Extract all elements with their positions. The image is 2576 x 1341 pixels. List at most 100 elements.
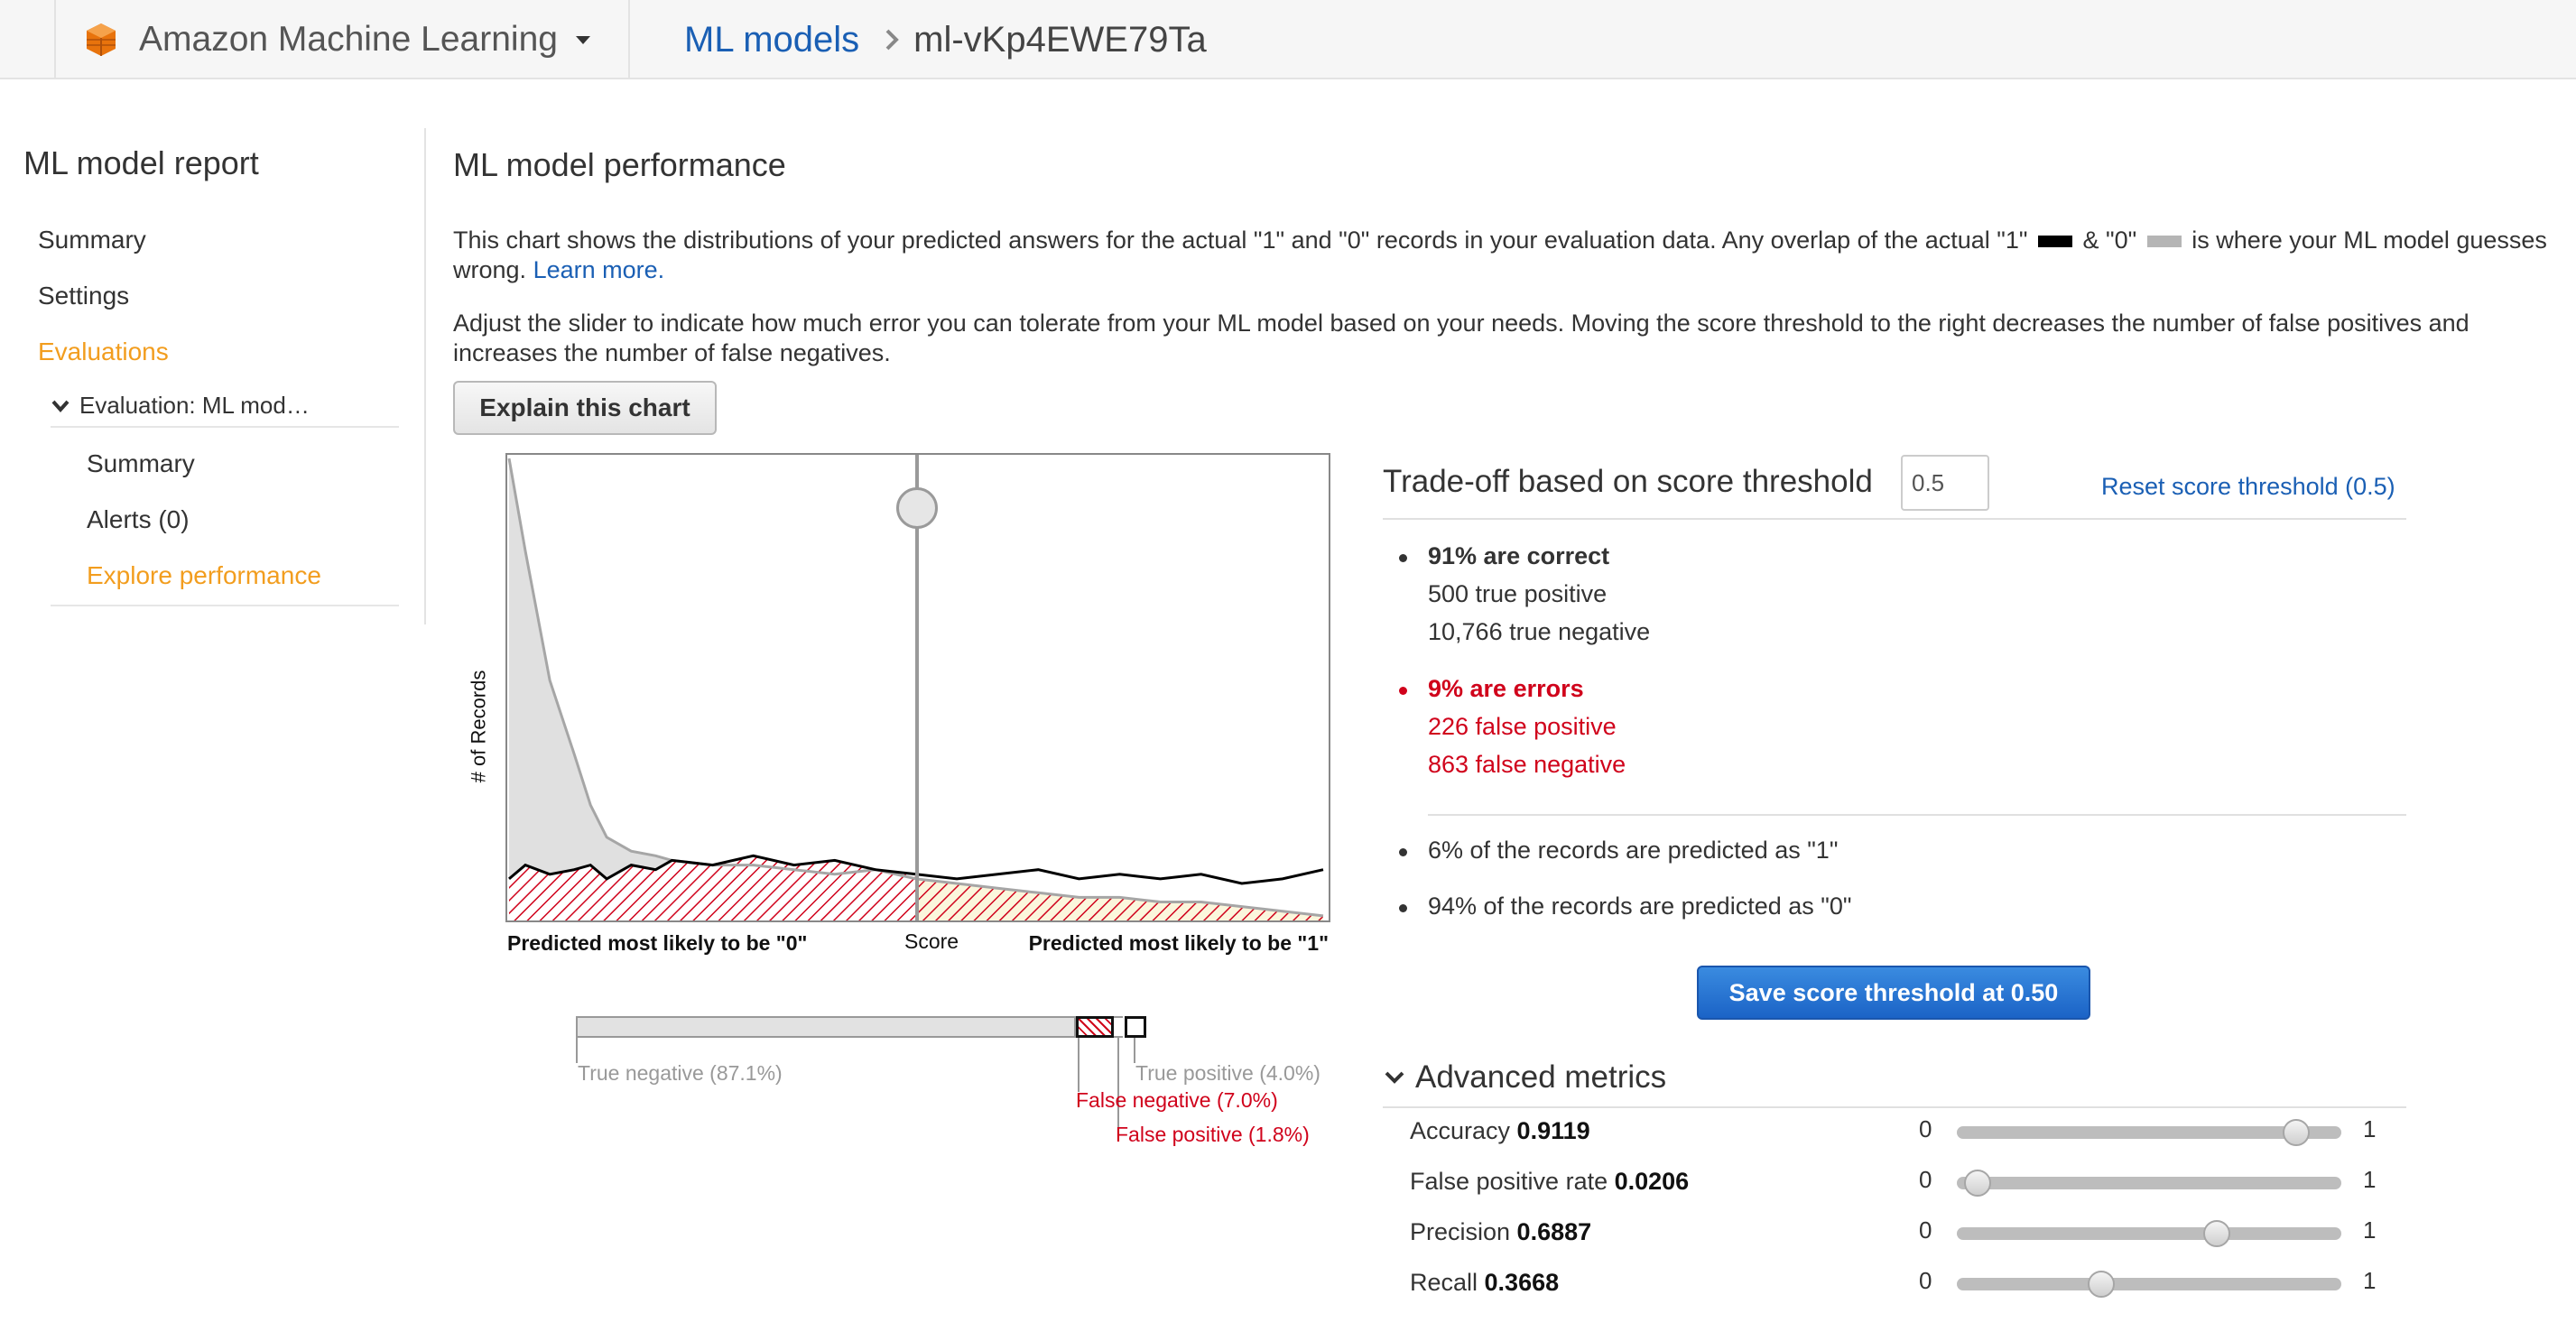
bullet — [1399, 687, 1407, 695]
divider — [1428, 814, 2406, 816]
metric-max-label: 1 — [2363, 1115, 2377, 1142]
explain-chart-button[interactable]: Explain this chart — [453, 381, 717, 435]
bullet — [1399, 848, 1407, 856]
y-axis-label-wrap: # of Records — [459, 664, 489, 791]
metric-label: Accuracy 0.9119 — [1410, 1117, 1590, 1145]
actual-1-swatch — [2037, 236, 2072, 248]
false-negative-segment — [1076, 1016, 1114, 1038]
metric-slider-track — [1957, 1227, 2341, 1240]
bullet — [1399, 554, 1407, 562]
machine-learning-icon — [87, 23, 116, 56]
reset-threshold-link[interactable]: Reset score threshold (0.5) — [2101, 473, 2395, 501]
caret-down-icon — [575, 35, 590, 44]
metric-min-label: 0 — [1919, 1267, 1932, 1294]
false-positive-count: 226 false positive — [1428, 713, 1617, 740]
metric-slider-knob[interactable] — [1964, 1170, 1992, 1197]
x-axis-label: Score — [904, 929, 959, 953]
divider — [1383, 518, 2406, 520]
bullet — [1399, 904, 1407, 912]
topbar-divider — [628, 0, 630, 79]
advanced-metrics-toggle[interactable]: Advanced metrics — [1383, 1059, 1666, 1096]
breadcrumb-ml-models-link[interactable]: ML models — [684, 20, 859, 60]
true-negative-label: True negative (87.1%) — [578, 1061, 783, 1085]
true-negative-count: 10,766 true negative — [1428, 618, 1651, 645]
sidebar-evaluation-label: Evaluation: ML mod… — [79, 392, 310, 419]
errors-heading: 9% are errors — [1428, 675, 1584, 702]
chevron-down-icon — [1385, 1071, 1404, 1084]
description-text: & "0" — [2082, 227, 2137, 254]
sidebar-title: ML model report — [23, 144, 259, 181]
metric-label: False positive rate 0.0206 — [1410, 1168, 1689, 1196]
predicted-0-share: 94% of the records are predicted as "0" — [1428, 892, 1852, 920]
sidebar-evaluation-toggle[interactable]: Evaluation: ML mod… — [51, 392, 310, 420]
x-axis-right-caption: Predicted most likely to be "1" — [1028, 931, 1329, 955]
learn-more-link[interactable]: Learn more. — [533, 256, 665, 283]
actual-0-swatch — [2146, 236, 2182, 248]
sidebar-subitem-explore-performance[interactable]: Explore performance — [87, 561, 321, 590]
sidebar-subitem-alerts[interactable]: Alerts (0) — [87, 505, 190, 534]
fp-tick — [1117, 1038, 1119, 1128]
metric-max-label: 1 — [2363, 1267, 2377, 1294]
correct-heading: 91% are correct — [1428, 542, 1610, 569]
topbar-divider — [54, 0, 56, 79]
true-positive-segment — [1125, 1016, 1146, 1038]
sidebar-divider — [51, 426, 399, 428]
metric-value: 0.0206 — [1614, 1168, 1690, 1195]
false-positive-label: False positive (1.8%) — [1116, 1123, 1310, 1146]
chevron-right-icon — [885, 29, 899, 51]
metric-label: Recall 0.3668 — [1410, 1269, 1559, 1297]
metric-min-label: 0 — [1919, 1216, 1932, 1244]
y-axis-label: # of Records — [467, 670, 490, 783]
service-name: Amazon Machine Learning — [139, 20, 558, 59]
metric-value: 0.9119 — [1516, 1117, 1590, 1144]
predicted-1-share: 6% of the records are predicted as "1" — [1428, 837, 1839, 864]
breadcrumb: ML models ml-vKp4EWE79Ta — [684, 14, 1207, 65]
metric-max-label: 1 — [2363, 1216, 2377, 1244]
metric-slider-track — [1957, 1177, 2341, 1189]
fn-tick — [1078, 1038, 1080, 1092]
sidebar-item-summary[interactable]: Summary — [38, 226, 146, 254]
metric-slider-knob[interactable] — [2088, 1271, 2116, 1298]
metric-label: Precision 0.6887 — [1410, 1218, 1591, 1246]
true-negative-segment — [576, 1016, 1076, 1038]
page-title: ML model performance — [453, 146, 786, 183]
metric-name: Recall — [1410, 1269, 1485, 1296]
description-text: This chart shows the distributions of yo… — [453, 227, 2028, 254]
sidebar-item-evaluations[interactable]: Evaluations — [38, 338, 169, 366]
metric-slider-knob[interactable] — [2202, 1220, 2230, 1247]
advanced-metrics-heading: Advanced metrics — [1415, 1059, 1667, 1095]
metric-min-label: 0 — [1919, 1115, 1932, 1142]
tn-tick — [576, 1038, 578, 1063]
metric-value: 0.3668 — [1484, 1269, 1560, 1296]
metric-name: False positive rate — [1410, 1168, 1615, 1195]
metric-name: Precision — [1410, 1218, 1517, 1245]
save-threshold-button[interactable]: Save score threshold at 0.50 — [1697, 966, 2090, 1020]
metric-min-label: 0 — [1919, 1166, 1932, 1193]
sidebar-subitem-summary[interactable]: Summary — [87, 449, 195, 478]
true-positive-count: 500 true positive — [1428, 580, 1608, 607]
true-positive-label: True positive (4.0%) — [1135, 1061, 1320, 1085]
metric-slider-track — [1957, 1278, 2341, 1290]
false-negative-count: 863 false negative — [1428, 751, 1626, 778]
tradeoff-title: Trade-off based on score threshold — [1383, 464, 1873, 499]
sidebar-divider — [51, 605, 399, 606]
chevron-down-icon — [51, 400, 69, 412]
metric-slider-knob[interactable] — [2283, 1119, 2311, 1146]
threshold-input[interactable] — [1901, 455, 1989, 511]
breadcrumb-current-model: ml-vKp4EWE79Ta — [913, 19, 1207, 60]
threshold-slider-handle[interactable] — [896, 487, 938, 529]
slider-instructions: Adjust the slider to indicate how much e… — [453, 310, 2469, 366]
chart-description: This chart shows the distributions of yo… — [453, 226, 2556, 285]
sidebar-item-settings[interactable]: Settings — [38, 282, 129, 310]
top-bar: Amazon Machine Learning ML models ml-vKp… — [0, 0, 2576, 79]
service-menu[interactable]: Amazon Machine Learning — [83, 14, 590, 65]
false-positive-segment — [1114, 1016, 1123, 1038]
x-axis-left-caption: Predicted most likely to be "0" — [507, 931, 808, 955]
metric-name: Accuracy — [1410, 1117, 1517, 1144]
sidebar-border — [424, 128, 426, 624]
metric-max-label: 1 — [2363, 1166, 2377, 1193]
false-negative-label: False negative (7.0%) — [1076, 1088, 1278, 1112]
metric-value: 0.6887 — [1516, 1218, 1592, 1245]
divider — [1383, 1106, 2406, 1108]
tp-tick — [1134, 1038, 1135, 1063]
